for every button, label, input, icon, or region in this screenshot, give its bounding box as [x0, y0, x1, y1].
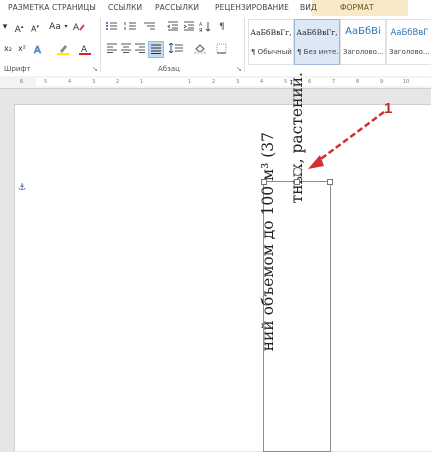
tab-page-layout[interactable]: РАЗМЕТКА СТРАНИЦЫ [8, 3, 96, 12]
text-box-content[interactable]: ний объемом до 100 м³ (37 тных, растений… [259, 72, 330, 451]
paragraph-group-label: Абзац [158, 65, 180, 73]
numbering-icon-glyph [124, 22, 136, 30]
ruler-tick: 5 [44, 79, 48, 85]
align-left-icon-glyph [107, 43, 117, 53]
group-separator [100, 18, 101, 72]
tab-references[interactable]: ССЫЛКИ [108, 3, 142, 12]
style-sample: АаБбВі [345, 26, 381, 37]
ruler-tick: 4 [260, 79, 264, 85]
style-sample: АаБбВвГг, [296, 28, 338, 37]
clear-formatting-icon-glyph: A [73, 23, 85, 33]
ruler-tick: 1 [188, 79, 192, 85]
anchor-icon[interactable]: ⚓ [18, 183, 26, 193]
group-separator [244, 18, 245, 72]
text-box[interactable]: ний объемом до 100 м³ (37 тных, растений… [259, 72, 331, 452]
style-heading-2[interactable]: АаБбВвГ Заголово... [386, 19, 431, 65]
increase-indent-icon-glyph [183, 21, 194, 31]
font-color-icon-glyph: A [79, 45, 91, 55]
ruler-text-area [36, 78, 431, 86]
font-size-dropdown[interactable]: ▾ [0, 21, 10, 33]
tab-view[interactable]: ВИД [300, 3, 317, 12]
horizontal-ruler[interactable]: 6 5 4 3 2 1 1 2 3 4 5 6 7 8 9 10 [0, 76, 431, 89]
ruler-tick: 7 [332, 79, 336, 85]
superscript-button[interactable]: x² [16, 43, 28, 55]
ruler-tick: 3 [92, 79, 96, 85]
sort-icon-glyph: АЯ [199, 22, 211, 34]
text-effects-icon[interactable]: A [32, 43, 46, 57]
font-dialog-launcher-icon[interactable]: ↘ [92, 65, 98, 73]
ruler-tick: 5 [284, 79, 288, 85]
align-center-icon[interactable] [120, 43, 132, 55]
bullets-icon-glyph [106, 22, 117, 30]
text-effects-icon-glyph: A [34, 45, 42, 57]
style-heading-1[interactable]: АаБбВі Заголово... [340, 19, 386, 65]
font-group-label: Шрифт [4, 65, 31, 73]
ruler-tick: 8 [356, 79, 360, 85]
shading-icon-glyph [193, 44, 207, 55]
style-name: ¶ Без инте... [297, 48, 339, 56]
style-sample: АаБбВвГг, [250, 28, 292, 37]
ruler-tick: 2 [116, 79, 120, 85]
shrink-font-arrow: ▾ [36, 24, 39, 30]
clear-formatting-icon[interactable]: A [72, 21, 86, 33]
style-normal[interactable]: АаБбВвГг, ¶ Обычный [248, 19, 294, 65]
font-color-icon[interactable]: A [78, 43, 92, 55]
ruler-tick: 3 [236, 79, 240, 85]
svg-text:Я: Я [199, 28, 202, 32]
ruler-tick: 1 [140, 79, 144, 85]
highlight-icon-glyph [57, 45, 69, 55]
subscript-button[interactable]: x₂ [2, 43, 14, 55]
borders-icon[interactable] [214, 43, 230, 55]
svg-text:A: A [34, 45, 41, 55]
pilcrow-icon[interactable]: ¶ [216, 21, 228, 33]
align-right-icon[interactable] [134, 43, 146, 55]
text-box-line-1: ний объемом до 100 м³ (37 [259, 132, 277, 352]
highlight-icon[interactable] [56, 43, 70, 55]
style-name: Заголово... [389, 48, 430, 56]
align-center-icon-glyph [121, 43, 131, 53]
align-right-icon-glyph [135, 43, 145, 53]
chevron-down-icon[interactable]: ▾ [63, 21, 69, 33]
ribbon: ▾ A▴ A▾ Aa ▾ A x₂ x² A A АЯ ¶ АаБбВвГг, … [0, 16, 431, 77]
shrink-font-button[interactable]: A▾ [30, 21, 40, 34]
style-name: ¶ Обычный [251, 48, 292, 56]
align-left-icon[interactable] [106, 43, 118, 55]
increase-indent-icon[interactable] [182, 21, 196, 33]
decrease-indent-icon[interactable] [166, 21, 180, 33]
grow-font-button[interactable]: A▴ [14, 21, 24, 35]
tab-format[interactable]: ФОРМАТ [340, 3, 374, 12]
style-sample: АаБбВвГ [390, 28, 429, 38]
ruler-tick: 4 [68, 79, 72, 85]
svg-text:A: A [73, 23, 80, 31]
grow-font-arrow: ▴ [20, 24, 24, 30]
callout-number: 1 [384, 100, 393, 117]
line-spacing-icon[interactable] [168, 42, 184, 55]
tab-mailings[interactable]: РАССЫЛКИ [155, 3, 199, 12]
shading-icon[interactable] [193, 43, 207, 55]
borders-icon-glyph [216, 43, 227, 54]
style-no-spacing[interactable]: АаБбВвГг, ¶ Без инте... [294, 19, 340, 65]
ruler-tick: 9 [380, 79, 384, 85]
paragraph-dialog-launcher-icon[interactable]: ↘ [236, 65, 242, 73]
ruler-tick: 2 [212, 79, 216, 85]
line-spacing-icon-glyph [168, 42, 183, 54]
resize-handle-top-left[interactable] [261, 179, 267, 185]
justify-icon-glyph [151, 44, 161, 54]
decrease-indent-icon-glyph [167, 21, 178, 31]
multilevel-list-icon-glyph [144, 22, 155, 30]
multilevel-list-icon[interactable] [142, 21, 158, 33]
sort-icon[interactable]: АЯ [198, 21, 212, 34]
bullets-icon[interactable] [104, 21, 120, 33]
ruler-tick: 10 [403, 79, 410, 85]
tab-review[interactable]: РЕЦЕНЗИРОВАНИЕ [215, 3, 289, 12]
ribbon-tabs: РАЗМЕТКА СТРАНИЦЫ ССЫЛКИ РАССЫЛКИ РЕЦЕНЗ… [0, 0, 431, 17]
ruler-tick: 6 [308, 79, 312, 85]
callout-arrow-line [313, 110, 385, 166]
justify-icon[interactable] [148, 41, 164, 58]
ruler-tick: 6 [20, 79, 24, 85]
change-case-button[interactable]: Aa [47, 21, 63, 33]
style-name: Заголово... [343, 48, 384, 56]
numbering-icon[interactable] [123, 21, 139, 33]
